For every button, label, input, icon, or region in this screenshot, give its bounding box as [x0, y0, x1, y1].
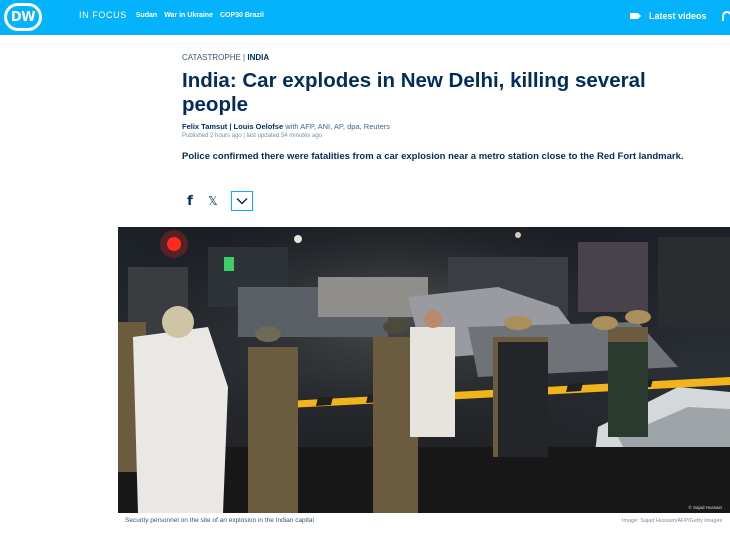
- photo-watermark: © Sajad Hussain: [688, 504, 722, 510]
- logo-text: DW: [10, 9, 36, 25]
- article-title: India: Car explodes in New Delhi, killin…: [182, 69, 646, 116]
- x-share-icon[interactable]: 𝕏: [208, 194, 218, 208]
- kicker-region-link[interactable]: INDIA: [247, 53, 269, 62]
- chevron-down-icon: [236, 198, 248, 205]
- explosion-scene-photo: © Sajad Hussain: [118, 227, 730, 513]
- article-kicker: CATASTROPHE | INDIA: [182, 53, 269, 62]
- latest-videos-label: Latest videos: [649, 11, 707, 21]
- byline-authors[interactable]: Felix Tamsut | Louis Oelofse: [182, 122, 283, 131]
- article-hero-image: © Sajad Hussain: [118, 227, 730, 513]
- video-camera-icon: [630, 13, 641, 19]
- published-timestamp: Published 2 hours ago | last updated 54 …: [182, 133, 322, 139]
- image-caption: Security personnel on the site of an exp…: [125, 517, 314, 524]
- image-credit: Image: Sajad Hussain/AFP/Getty Images: [622, 518, 723, 524]
- latest-videos-link[interactable]: Latest videos: [630, 11, 707, 21]
- top-navigation-bar: DW IN FOCUS Sudan War in Ukraine COP30 B…: [0, 0, 730, 35]
- headphones-icon[interactable]: [722, 11, 730, 21]
- nav-link-sudan[interactable]: Sudan: [136, 12, 157, 19]
- more-share-options-button[interactable]: [230, 191, 253, 211]
- nav-link-cop30-brazil[interactable]: COP30 Brazil: [220, 12, 264, 19]
- article-teaser: Police confirmed there were fatalities f…: [182, 151, 684, 162]
- facebook-share-icon[interactable]: f: [185, 194, 195, 209]
- dw-logo[interactable]: DW: [4, 3, 42, 31]
- in-focus-nav: IN FOCUS Sudan War in Ukraine COP30 Braz…: [79, 10, 264, 20]
- in-focus-label: IN FOCUS: [79, 10, 127, 20]
- nav-link-war-in-ukraine[interactable]: War in Ukraine: [164, 12, 213, 19]
- byline-agencies: with AFP, ANI, AP, dpa, Reuters: [285, 122, 391, 131]
- kicker-category: CATASTROPHE |: [182, 53, 246, 62]
- byline: Felix Tamsut | Louis Oelofse with AFP, A…: [182, 122, 390, 131]
- share-bar: f 𝕏: [185, 191, 253, 211]
